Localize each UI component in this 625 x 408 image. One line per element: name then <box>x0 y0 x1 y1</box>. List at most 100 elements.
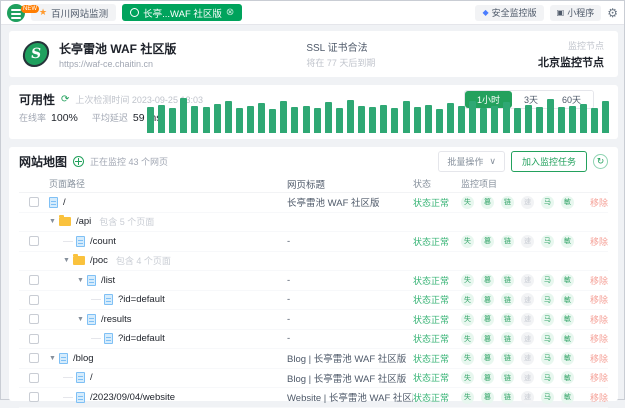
bulk-action-dropdown[interactable]: 批量操作 ∨ <box>438 151 505 172</box>
monitor-badge-速[interactable]: 速 <box>521 352 534 365</box>
latency-bar <box>391 108 398 133</box>
monitor-badge-马[interactable]: 马 <box>541 235 554 248</box>
remove-link[interactable]: 移除 <box>590 237 608 247</box>
monitor-badge-速[interactable]: 速 <box>521 371 534 384</box>
page-path[interactable]: /api <box>76 216 91 227</box>
monitor-badge-链[interactable]: 链 <box>501 293 514 306</box>
monitor-badge-链[interactable]: 链 <box>501 196 514 209</box>
monitor-badge-速[interactable]: 速 <box>521 196 534 209</box>
monitor-badge-篡[interactable]: 篡 <box>481 293 494 306</box>
page-path[interactable]: ?id=default <box>118 294 165 305</box>
monitor-badge-敏[interactable]: 敏 <box>561 332 574 345</box>
monitor-badge-敏[interactable]: 敏 <box>561 196 574 209</box>
page-path[interactable]: /results <box>101 314 132 325</box>
monitor-badge-链[interactable]: 链 <box>501 352 514 365</box>
monitor-badge-失[interactable]: 失 <box>461 235 474 248</box>
monitor-badge-链[interactable]: 链 <box>501 313 514 326</box>
tree-caret-icon[interactable]: ▼ <box>63 257 70 264</box>
monitor-badge-敏[interactable]: 敏 <box>561 391 574 404</box>
monitor-badge-篡[interactable]: 篡 <box>481 196 494 209</box>
site-url[interactable]: https://waf-ce.chaitin.cn <box>59 59 176 69</box>
monitor-badge-链[interactable]: 链 <box>501 371 514 384</box>
page-path[interactable]: /blog <box>73 353 94 364</box>
sitemap-refresh-icon[interactable]: ↻ <box>593 154 608 169</box>
monitor-badge-篡[interactable]: 篡 <box>481 313 494 326</box>
tree-caret-icon[interactable]: ▼ <box>49 218 56 225</box>
monitor-badge-马[interactable]: 马 <box>541 332 554 345</box>
remove-link[interactable]: 移除 <box>590 334 608 344</box>
monitor-badge-马[interactable]: 马 <box>541 352 554 365</box>
monitor-badge-链[interactable]: 链 <box>501 391 514 404</box>
row-checkbox[interactable] <box>29 334 39 344</box>
row-checkbox[interactable] <box>29 197 39 207</box>
monitor-badge-链[interactable]: 链 <box>501 274 514 287</box>
monitor-badge-篡[interactable]: 篡 <box>481 391 494 404</box>
monitor-badge-敏[interactable]: 敏 <box>561 274 574 287</box>
page-path[interactable]: /2023/09/04/website <box>90 392 175 403</box>
monitor-badge-敏[interactable]: 敏 <box>561 371 574 384</box>
page-path[interactable]: / <box>63 197 66 208</box>
remove-link[interactable]: 移除 <box>590 295 608 305</box>
monitor-badge-失[interactable]: 失 <box>461 391 474 404</box>
page-path[interactable]: /list <box>101 275 115 286</box>
add-monitor-task-button[interactable]: 加入监控任务 <box>511 151 587 172</box>
monitor-badge-失[interactable]: 失 <box>461 313 474 326</box>
tree-caret-icon[interactable]: ▼ <box>49 355 56 362</box>
remove-link[interactable]: 移除 <box>590 276 608 286</box>
remove-link[interactable]: 移除 <box>590 393 608 403</box>
monitor-badge-敏[interactable]: 敏 <box>561 352 574 365</box>
row-checkbox[interactable] <box>29 373 39 383</box>
monitor-badge-失[interactable]: 失 <box>461 196 474 209</box>
monitor-badge-马[interactable]: 马 <box>541 371 554 384</box>
tree-caret-icon[interactable]: ▼ <box>77 316 84 323</box>
monitor-badge-失[interactable]: 失 <box>461 293 474 306</box>
monitor-badge-速[interactable]: 速 <box>521 274 534 287</box>
monitor-badge-速[interactable]: 速 <box>521 313 534 326</box>
monitor-badge-链[interactable]: 链 <box>501 332 514 345</box>
page-path[interactable]: /poc <box>90 255 108 266</box>
remove-link[interactable]: 移除 <box>590 373 608 383</box>
remove-link[interactable]: 移除 <box>590 354 608 364</box>
row-checkbox[interactable] <box>29 392 39 402</box>
monitor-badge-马[interactable]: 马 <box>541 274 554 287</box>
gear-icon[interactable]: ⚙ <box>607 6 618 20</box>
monitor-badge-速[interactable]: 速 <box>521 391 534 404</box>
monitor-badge-篡[interactable]: 篡 <box>481 235 494 248</box>
monitor-badge-敏[interactable]: 敏 <box>561 293 574 306</box>
tree-caret-icon[interactable]: ▼ <box>77 277 84 284</box>
page-path[interactable]: /count <box>90 236 116 247</box>
monitor-badge-马[interactable]: 马 <box>541 293 554 306</box>
monitor-badge-速[interactable]: 速 <box>521 235 534 248</box>
monitor-badge-马[interactable]: 马 <box>541 196 554 209</box>
monitor-badge-敏[interactable]: 敏 <box>561 313 574 326</box>
monitor-badge-失[interactable]: 失 <box>461 332 474 345</box>
close-icon[interactable]: ⊗ <box>226 7 234 18</box>
monitor-badge-马[interactable]: 马 <box>541 313 554 326</box>
row-checkbox[interactable] <box>29 314 39 324</box>
monitor-badge-敏[interactable]: 敏 <box>561 235 574 248</box>
monitor-badge-速[interactable]: 速 <box>521 332 534 345</box>
tab-safeline-waf[interactable]: 长亭...WAF 社区版 ⊗ <box>122 4 242 21</box>
monitor-badge-篡[interactable]: 篡 <box>481 352 494 365</box>
monitor-badge-篡[interactable]: 篡 <box>481 332 494 345</box>
security-edition-button[interactable]: ◆ 安全监控版 <box>475 5 543 21</box>
monitor-badge-失[interactable]: 失 <box>461 371 474 384</box>
row-checkbox[interactable] <box>29 236 39 246</box>
monitor-badge-篡[interactable]: 篡 <box>481 274 494 287</box>
tab-baichuan[interactable]: ★ 百川网站监测 <box>31 4 116 21</box>
row-checkbox[interactable] <box>29 295 39 305</box>
page-path[interactable]: / <box>90 372 93 383</box>
remove-link[interactable]: 移除 <box>590 198 608 208</box>
monitor-badge-失[interactable]: 失 <box>461 274 474 287</box>
remove-link[interactable]: 移除 <box>590 315 608 325</box>
row-checkbox[interactable] <box>29 275 39 285</box>
monitor-badge-链[interactable]: 链 <box>501 235 514 248</box>
page-path[interactable]: ?id=default <box>118 333 165 344</box>
monitor-badge-速[interactable]: 速 <box>521 293 534 306</box>
monitor-badge-篡[interactable]: 篡 <box>481 371 494 384</box>
monitor-badge-失[interactable]: 失 <box>461 352 474 365</box>
row-checkbox[interactable] <box>29 353 39 363</box>
monitor-badge-马[interactable]: 马 <box>541 391 554 404</box>
refresh-icon[interactable]: ⟳ <box>61 94 69 105</box>
mini-program-button[interactable]: ▣ 小程序 <box>550 5 602 21</box>
